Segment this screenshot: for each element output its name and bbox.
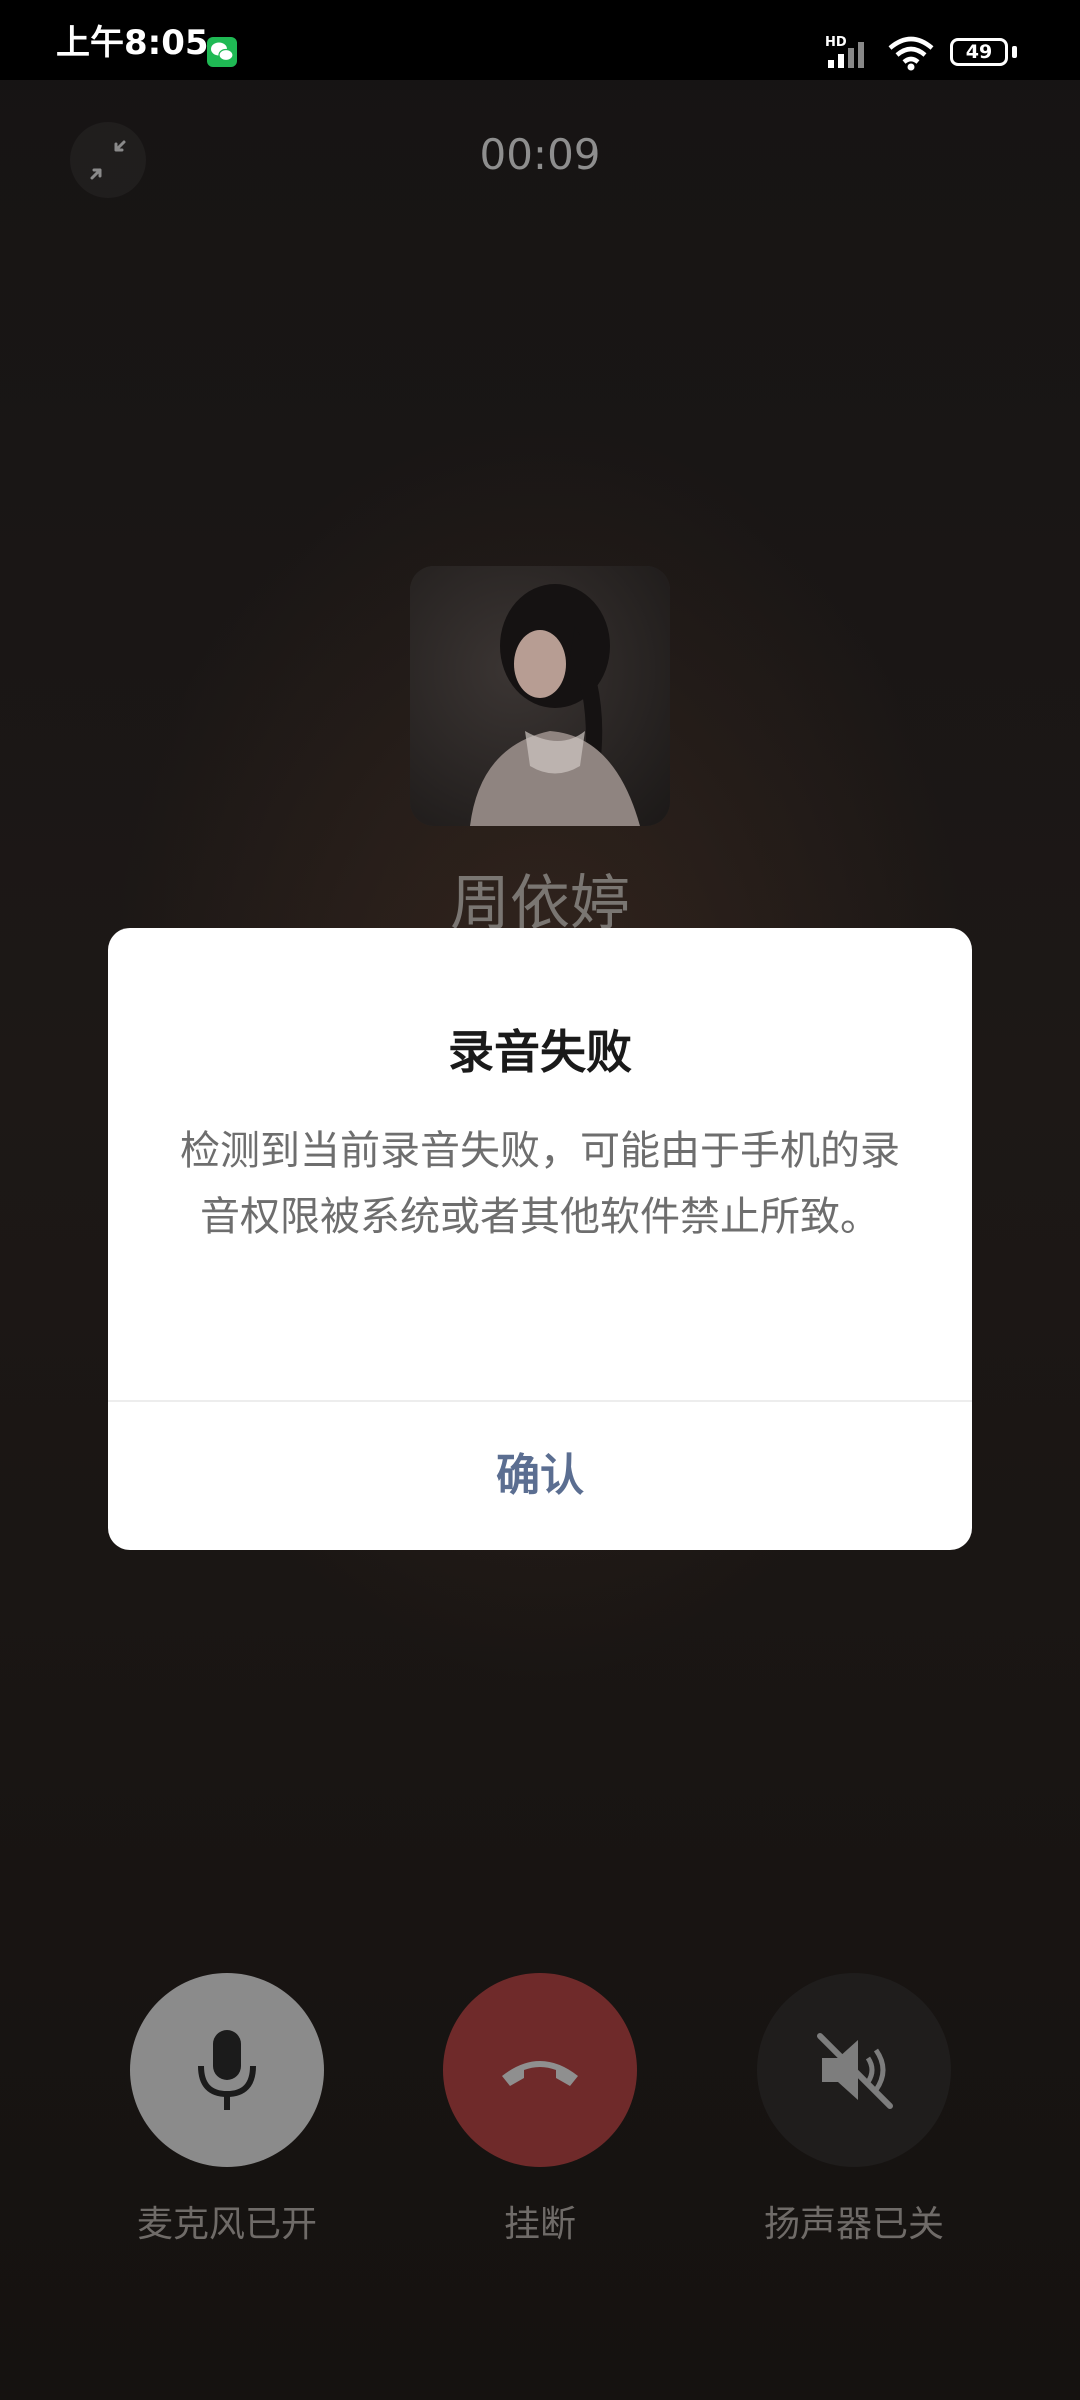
call-timer: 00:09 xyxy=(479,130,601,179)
recording-failed-dialog: 录音失败 检测到当前录音失败，可能由于手机的录音权限被系统或者其他软件禁止所致。… xyxy=(108,928,972,1550)
contact-avatar xyxy=(410,566,670,826)
confirm-button[interactable]: 确认 xyxy=(108,1402,972,1550)
battery-tip xyxy=(1012,46,1017,58)
microphone-icon xyxy=(198,2030,256,2110)
dialog-title: 录音失败 xyxy=(448,1025,632,1079)
battery-level: 49 xyxy=(965,41,993,63)
dialog-message: 检测到当前录音失败，可能由于手机的录音权限被系统或者其他软件禁止所致。 xyxy=(180,1128,900,1240)
speaker-button[interactable] xyxy=(757,1973,951,2167)
wechat-icon xyxy=(207,37,237,67)
speaker-muted-icon xyxy=(817,2033,893,2109)
wifi-icon xyxy=(888,36,934,71)
mic-button[interactable] xyxy=(130,1973,324,2167)
hangup-phone-icon xyxy=(502,2061,578,2086)
hangup-label: 挂断 xyxy=(503,2204,576,2245)
signal-icon xyxy=(828,42,864,68)
hangup-button[interactable] xyxy=(443,1973,637,2167)
mic-label: 麦克风已开 xyxy=(136,2204,317,2245)
status-time: 上午8:05 xyxy=(56,23,209,63)
speaker-label: 扬声器已关 xyxy=(763,2204,944,2245)
